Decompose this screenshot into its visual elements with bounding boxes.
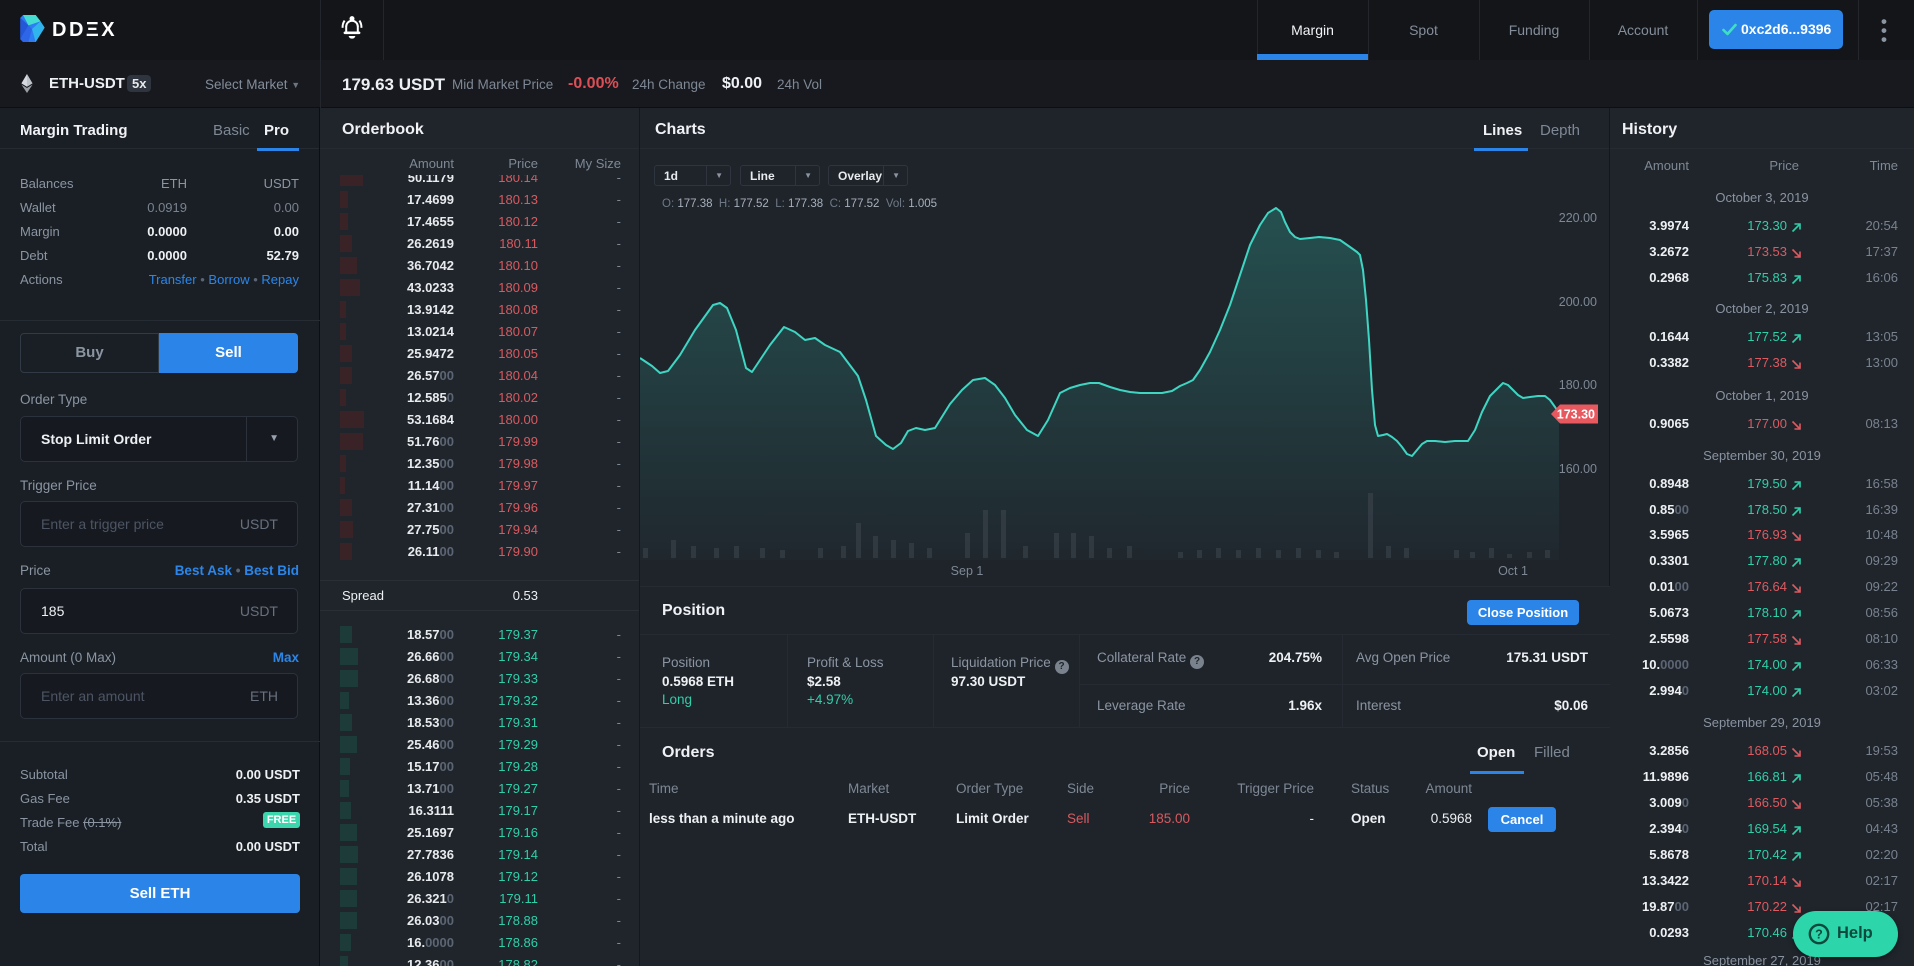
svg-text:220.00: 220.00 (1559, 211, 1597, 225)
svg-text:Sep 1: Sep 1 (951, 564, 984, 578)
svg-text:173.30: 173.30 (1557, 408, 1595, 422)
svg-text:160.00: 160.00 (1559, 462, 1597, 476)
svg-text:Oct 1: Oct 1 (1498, 564, 1528, 578)
svg-text:200.00: 200.00 (1559, 295, 1597, 309)
svg-text:?: ? (1815, 928, 1823, 942)
svg-text:180.00: 180.00 (1559, 378, 1597, 392)
